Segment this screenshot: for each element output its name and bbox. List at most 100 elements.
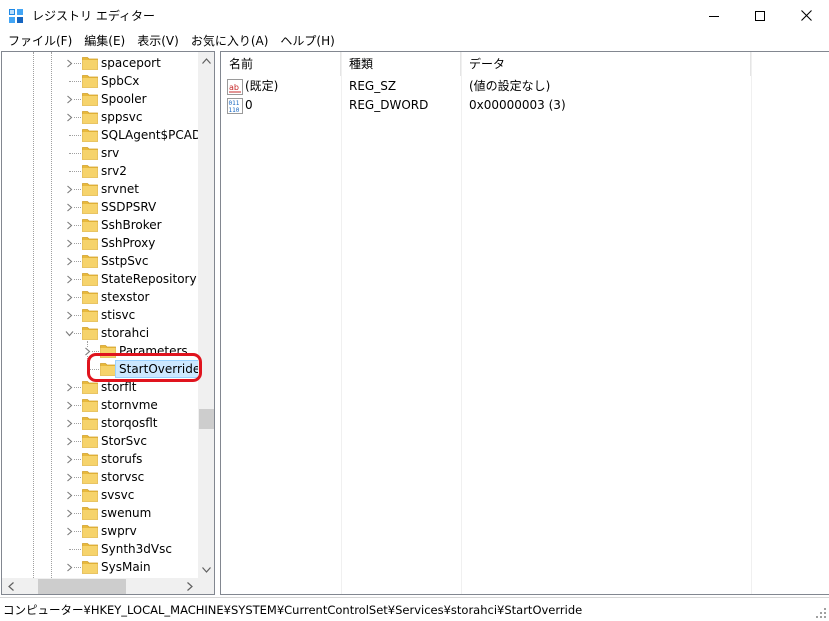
resize-grip-icon[interactable] xyxy=(815,607,827,619)
menu-help[interactable]: ヘルプ(H) xyxy=(274,31,340,51)
column-header-type[interactable]: 種類 xyxy=(341,52,461,76)
menu-favorites[interactable]: お気に入り(A) xyxy=(185,31,275,51)
column-header-name[interactable]: 名前 xyxy=(221,52,341,76)
tree-item-label-selected: StartOverride xyxy=(115,360,198,378)
tree-item[interactable]: Parameters xyxy=(2,342,198,360)
folder-icon xyxy=(82,255,98,268)
tree-item[interactable]: stornvme xyxy=(2,396,198,414)
tree-item[interactable]: SysMain xyxy=(2,558,198,576)
folder-icon xyxy=(82,381,98,394)
chevron-right-icon[interactable] xyxy=(65,275,74,284)
chevron-right-icon[interactable] xyxy=(65,293,74,302)
minimize-button[interactable] xyxy=(691,0,737,31)
tree-item[interactable]: SpbCx xyxy=(2,72,198,90)
chevron-right-icon[interactable] xyxy=(83,347,92,356)
tree-item[interactable]: SSDPSRV xyxy=(2,198,198,216)
column-header-data[interactable]: データ xyxy=(461,52,751,76)
tree-item-label: spaceport xyxy=(101,56,161,70)
chevron-right-icon[interactable] xyxy=(65,95,74,104)
chevron-right-icon[interactable] xyxy=(65,419,74,428)
chevron-right-icon[interactable] xyxy=(65,527,74,536)
tree-item[interactable]: storqosflt xyxy=(2,414,198,432)
chevron-right-icon[interactable] xyxy=(65,203,74,212)
value-row-default[interactable]: ab (既定) REG_SZ (値の設定なし) xyxy=(221,77,829,96)
chevron-right-icon[interactable] xyxy=(65,563,74,572)
menu-edit[interactable]: 編集(E) xyxy=(78,31,131,51)
tree-item-label: SstpSvc xyxy=(101,254,149,268)
tree-item-label: svsvc xyxy=(101,488,135,502)
binary-value-icon: 011 110 xyxy=(227,98,243,114)
tree-vertical-scroll-thumb[interactable] xyxy=(199,409,214,429)
tree-item[interactable]: svsvc xyxy=(2,486,198,504)
folder-icon xyxy=(82,453,98,466)
chevron-right-icon[interactable] xyxy=(65,185,74,194)
chevron-right-icon[interactable] xyxy=(65,509,74,518)
tree-item[interactable]: StateRepository xyxy=(2,270,198,288)
value-data: 0x00000003 (3) xyxy=(469,98,566,112)
tree-item[interactable]: storflt xyxy=(2,378,198,396)
tree-item[interactable]: Spooler xyxy=(2,90,198,108)
maximize-button[interactable] xyxy=(737,0,783,31)
chevron-right-icon[interactable] xyxy=(65,383,74,392)
registry-value-list[interactable]: 名前 種類 データ ab (既定) REG_SZ (値の設定なし) 011 11… xyxy=(220,51,829,595)
scroll-down-button[interactable] xyxy=(198,561,214,578)
tree-item[interactable]: srv xyxy=(2,144,198,162)
scroll-right-button[interactable] xyxy=(181,578,198,594)
tree-item[interactable]: storahci xyxy=(2,324,198,342)
value-row-0[interactable]: 011 110 0 REG_DWORD 0x00000003 (3) xyxy=(221,96,829,115)
status-bar: コンピューター¥HKEY_LOCAL_MACHINE¥SYSTEM¥Curren… xyxy=(0,597,829,621)
folder-icon xyxy=(82,129,98,142)
folder-icon xyxy=(82,561,98,574)
menu-file[interactable]: ファイル(F) xyxy=(2,31,78,51)
svg-text:ab: ab xyxy=(229,83,239,92)
tree-item[interactable]: srv2 xyxy=(2,162,198,180)
chevron-right-icon[interactable] xyxy=(65,473,74,482)
tree-item[interactable]: sppsvc xyxy=(2,108,198,126)
menu-view[interactable]: 表示(V) xyxy=(131,31,185,51)
tree-item[interactable]: StorSvc xyxy=(2,432,198,450)
tree-item[interactable]: swprv xyxy=(2,522,198,540)
chevron-right-icon[interactable] xyxy=(65,113,74,122)
string-value-icon: ab xyxy=(227,79,243,95)
tree-item[interactable]: stexstor xyxy=(2,288,198,306)
tree-item[interactable]: SQLAgent$PCADB xyxy=(2,126,198,144)
chevron-right-icon[interactable] xyxy=(65,239,74,248)
tree-item[interactable]: StartOverride xyxy=(2,360,198,378)
tree-item[interactable]: srvnet xyxy=(2,180,198,198)
chevron-right-icon[interactable] xyxy=(65,437,74,446)
tree-vertical-scrollbar[interactable] xyxy=(198,52,214,578)
tree-item-label: Synth3dVsc xyxy=(101,542,172,556)
tree-item-label: stisvc xyxy=(101,308,136,322)
tree-horizontal-scroll-thumb[interactable] xyxy=(38,579,126,594)
tree-item[interactable]: spaceport xyxy=(2,54,198,72)
tree-item[interactable]: SshBroker xyxy=(2,216,198,234)
tree-item[interactable]: SshProxy xyxy=(2,234,198,252)
tree-item-label: stexstor xyxy=(101,290,150,304)
chevron-right-icon[interactable] xyxy=(65,311,74,320)
tree-horizontal-scrollbar[interactable] xyxy=(2,578,198,594)
chevron-right-icon[interactable] xyxy=(65,221,74,230)
scroll-left-button[interactable] xyxy=(2,578,19,594)
value-type: REG_DWORD xyxy=(349,98,429,112)
folder-icon xyxy=(82,309,98,322)
tree-item[interactable]: stisvc xyxy=(2,306,198,324)
value-name: (既定) xyxy=(245,79,279,93)
chevron-right-icon[interactable] xyxy=(65,257,74,266)
chevron-right-icon[interactable] xyxy=(65,491,74,500)
scroll-up-button[interactable] xyxy=(198,52,214,69)
tree-item[interactable]: swenum xyxy=(2,504,198,522)
chevron-right-icon[interactable] xyxy=(65,401,74,410)
tree-item[interactable]: storufs xyxy=(2,450,198,468)
close-button[interactable] xyxy=(783,0,829,31)
chevron-right-icon[interactable] xyxy=(65,59,74,68)
chevron-down-icon[interactable] xyxy=(65,329,74,338)
tree-viewport: spaceport SpbCx Spooler sppsvc SQLAgent$PCAD… xyxy=(2,52,198,578)
tree-item[interactable]: Synth3dVsc xyxy=(2,540,198,558)
svg-text:110: 110 xyxy=(229,107,240,114)
title-bar: レジストリ エディター xyxy=(0,0,829,31)
registry-key-tree[interactable]: spaceport SpbCx Spooler sppsvc SQLAgent$PCAD… xyxy=(1,51,215,595)
tree-item[interactable]: storvsc xyxy=(2,468,198,486)
chevron-right-icon[interactable] xyxy=(65,455,74,464)
tree-item[interactable]: SstpSvc xyxy=(2,252,198,270)
menu-bar: ファイル(F) 編集(E) 表示(V) お気に入り(A) ヘルプ(H) xyxy=(0,31,829,51)
